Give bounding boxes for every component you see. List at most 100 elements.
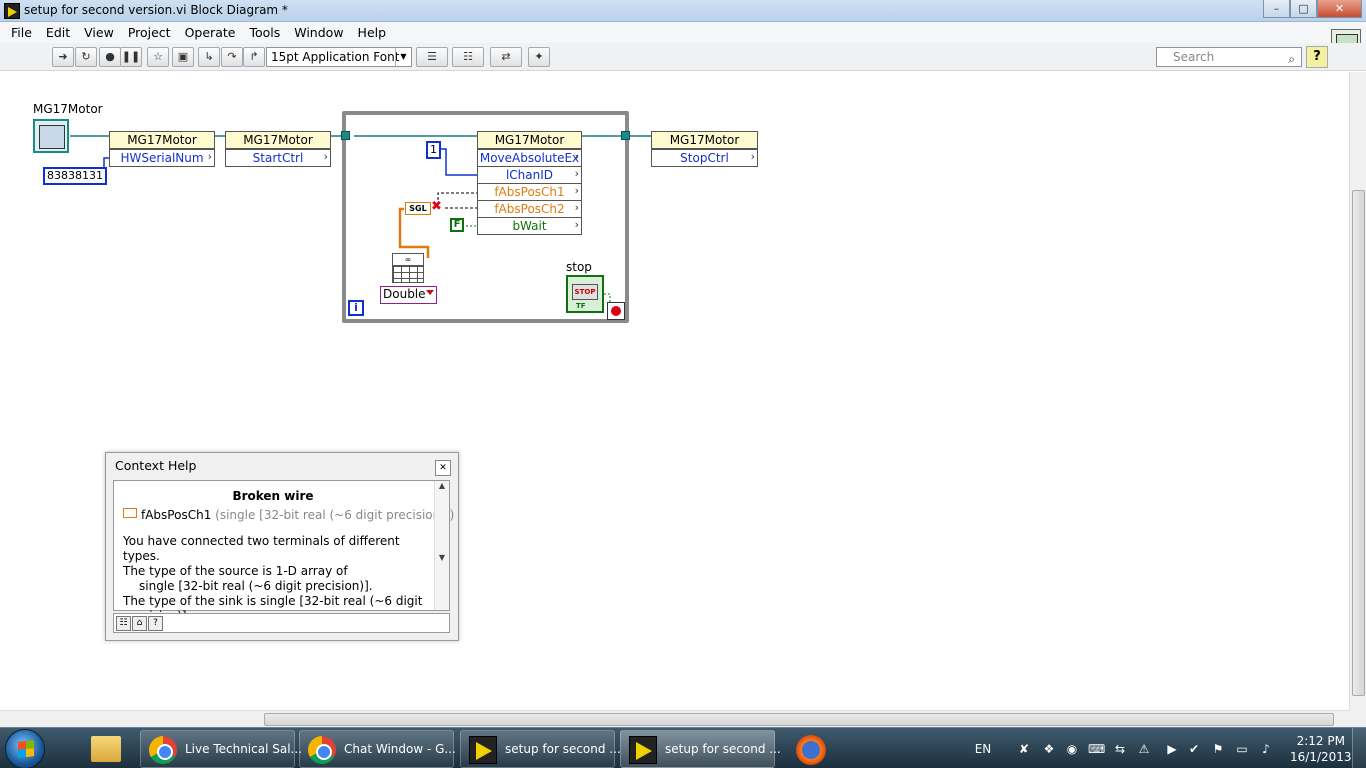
fabsposch1-param[interactable]: fAbsPosCh1: [478, 183, 581, 200]
node-header: MG17Motor: [110, 132, 214, 149]
loop-tunnel-left[interactable]: [341, 131, 350, 140]
language-indicator[interactable]: EN: [973, 741, 993, 757]
explorer-pinned[interactable]: [80, 730, 134, 768]
step-over-icon[interactable]: ↷: [221, 47, 243, 67]
clock[interactable]: 2:12 PM 16/1/2013: [1290, 733, 1352, 765]
context-help-window[interactable]: Context Help ✕ Broken wire fAbsPosCh1 (s…: [105, 452, 459, 641]
font-select[interactable]: 15pt Application Font ▼: [266, 47, 412, 67]
chevron-down-icon: [426, 290, 434, 295]
close-icon[interactable]: ✕: [435, 460, 451, 476]
startctrl-method[interactable]: StartCtrl: [226, 149, 330, 166]
dropbox-icon[interactable]: ❖: [1041, 741, 1057, 757]
loop-tunnel-right[interactable]: [621, 131, 630, 140]
lock-icon[interactable]: ⌂: [132, 616, 147, 631]
abort-icon[interactable]: ●: [99, 47, 121, 67]
scroll-thumb[interactable]: [264, 713, 1334, 726]
motor-control-terminal[interactable]: [33, 119, 69, 153]
lchanid-param[interactable]: lChanID: [478, 166, 581, 183]
clock-time: 2:12 PM: [1296, 734, 1345, 748]
horizontal-scrollbar[interactable]: [0, 710, 1349, 727]
taskbar-item-labview-1[interactable]: setup for second ...: [460, 730, 621, 768]
align-objects-icon[interactable]: ☰: [416, 47, 448, 67]
scroll-corner: [1349, 710, 1366, 727]
ime-icon[interactable]: ⌨: [1088, 741, 1105, 757]
run-continuously-icon[interactable]: ↻: [75, 47, 97, 67]
menu-help[interactable]: Help: [351, 22, 394, 43]
node-header: MG17Motor: [652, 132, 757, 149]
title-bar: setup for second version.vi Block Diagra…: [0, 0, 1366, 22]
type-ring-constant[interactable]: Double: [380, 286, 437, 304]
context-help-scrollbar[interactable]: ▲ ▼: [434, 481, 449, 610]
menu-operate[interactable]: Operate: [178, 22, 243, 43]
flag-icon[interactable]: ⚑: [1210, 741, 1226, 757]
clock-date: 16/1/2013: [1290, 750, 1352, 764]
number-to-string-node[interactable]: ∞: [392, 253, 424, 283]
invoke-node-stopctrl[interactable]: MG17Motor StopCtrl: [651, 131, 758, 167]
moveabsoluteex-method[interactable]: MoveAbsoluteEx: [478, 149, 581, 166]
context-help-description: You have connected two terminals of diff…: [123, 534, 423, 624]
terminal-name: fAbsPosCh1: [141, 508, 212, 522]
vertical-scrollbar[interactable]: [1349, 72, 1366, 710]
distribute-objects-icon[interactable]: ☷: [452, 47, 484, 67]
iteration-terminal[interactable]: i: [348, 300, 364, 316]
tf-label: TF: [576, 302, 586, 310]
action-center-icon[interactable]: ✔: [1186, 741, 1202, 757]
display-icon[interactable]: ▭: [1234, 741, 1250, 757]
search-icon[interactable]: ⌕: [1288, 50, 1295, 68]
step-into-icon[interactable]: ↳: [198, 47, 220, 67]
help-button[interactable]: ?: [1306, 46, 1328, 68]
volume-icon[interactable]: ♪: [1258, 741, 1274, 757]
loop-condition-terminal[interactable]: [607, 302, 625, 320]
property-node-hwserial[interactable]: MG17Motor HWSerialNum: [109, 131, 215, 167]
reorder-icon[interactable]: ⇄: [490, 47, 522, 67]
pause-icon[interactable]: ❚❚: [120, 47, 142, 67]
antivirus-icon[interactable]: ⚠: [1136, 741, 1152, 757]
sync-icon[interactable]: ⇆: [1112, 741, 1128, 757]
stop-button-terminal[interactable]: STOP TF: [566, 275, 604, 313]
maximize-button[interactable]: □: [1290, 0, 1317, 18]
firefox-pinned[interactable]: [784, 730, 838, 768]
scroll-thumb[interactable]: [1352, 190, 1365, 696]
taskbar-item-chrome-2[interactable]: Chat Window - G...: [299, 730, 456, 768]
menu-view[interactable]: View: [77, 22, 121, 43]
highlight-execution-icon[interactable]: ☆: [147, 47, 169, 67]
bwait-param[interactable]: bWait: [478, 217, 581, 234]
retain-wire-values-icon[interactable]: ▣: [172, 47, 194, 67]
detailed-help-icon[interactable]: ?: [148, 616, 163, 631]
clean-up-diagram-icon[interactable]: ✦: [528, 47, 550, 67]
terminal-signature: fAbsPosCh1 (single [32-bit real (~6 digi…: [123, 508, 454, 522]
step-out-icon[interactable]: ↱: [243, 47, 265, 67]
show-hidden-icons[interactable]: ▶: [1164, 741, 1180, 757]
menu-project[interactable]: Project: [121, 22, 178, 43]
taskbar-item-chrome-1[interactable]: Live Technical Sal...: [140, 730, 302, 768]
show-desktop-button[interactable]: [1352, 728, 1366, 768]
invoke-node-moveabsolute[interactable]: MG17Motor MoveAbsoluteEx lChanID fAbsPos…: [477, 131, 582, 235]
hwserialnum-property[interactable]: HWSerialNum: [110, 149, 214, 166]
menu-window[interactable]: Window: [287, 22, 350, 43]
search-input[interactable]: Search ⌕: [1156, 47, 1302, 67]
menu-edit[interactable]: Edit: [39, 22, 77, 43]
context-help-title: Context Help: [115, 458, 197, 473]
false-constant[interactable]: F: [450, 218, 464, 232]
channel-constant[interactable]: 1: [426, 141, 441, 159]
context-help-footer: ☷ ⌂ ?: [113, 613, 450, 633]
task-label: Live Technical Sal...: [185, 742, 302, 756]
start-button[interactable]: [5, 729, 45, 768]
taskbar-item-labview-2[interactable]: setup for second ...: [620, 730, 781, 768]
menu-tools[interactable]: Tools: [242, 22, 287, 43]
show-optional-terminals-icon[interactable]: ☷: [116, 616, 131, 631]
node-header: MG17Motor: [478, 132, 581, 149]
minimize-button[interactable]: –: [1263, 0, 1290, 18]
search-placeholder: Search: [1173, 50, 1215, 64]
menu-file[interactable]: File: [4, 22, 39, 43]
fabsposch2-param[interactable]: fAbsPosCh2: [478, 200, 581, 217]
serial-number-constant[interactable]: 83838131: [43, 167, 107, 185]
network-tool-icon[interactable]: ✘: [1016, 741, 1032, 757]
broken-wire-icon[interactable]: ✖: [431, 199, 442, 214]
stopctrl-method[interactable]: StopCtrl: [652, 149, 757, 166]
sgl-array-node[interactable]: SGL: [405, 202, 431, 215]
close-button[interactable]: ✕: [1317, 0, 1362, 18]
invoke-node-startctrl[interactable]: MG17Motor StartCtrl: [225, 131, 331, 167]
security-icon[interactable]: ◉: [1064, 741, 1080, 757]
run-arrow-icon[interactable]: ➜: [52, 47, 74, 67]
